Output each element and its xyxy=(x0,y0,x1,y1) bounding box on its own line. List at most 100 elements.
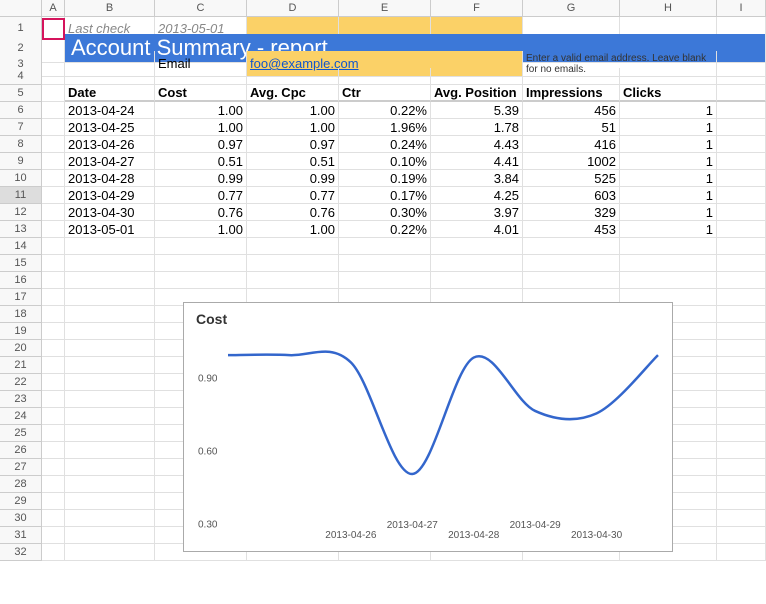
cell-empty[interactable] xyxy=(65,374,155,391)
cell-empty[interactable] xyxy=(339,68,431,85)
cell-A9[interactable] xyxy=(42,153,65,170)
row-header-19[interactable]: 19 xyxy=(0,323,42,340)
data-date[interactable]: 2013-04-24 xyxy=(65,102,155,119)
row-header-32[interactable]: 32 xyxy=(0,544,42,561)
row-header-26[interactable]: 26 xyxy=(0,442,42,459)
cell-A5[interactable] xyxy=(42,85,65,102)
cell-empty[interactable] xyxy=(65,68,155,85)
cell-empty[interactable] xyxy=(717,272,766,289)
cell-empty[interactable] xyxy=(523,238,620,255)
cell-empty[interactable] xyxy=(717,340,766,357)
data-date[interactable]: 2013-04-26 xyxy=(65,136,155,153)
col-header-I[interactable]: I xyxy=(717,0,766,17)
cell-empty[interactable] xyxy=(42,238,65,255)
data-pos[interactable]: 4.41 xyxy=(431,153,523,170)
data-impr[interactable]: 1002 xyxy=(523,153,620,170)
data-date[interactable]: 2013-04-28 xyxy=(65,170,155,187)
cell-empty[interactable] xyxy=(65,289,155,306)
row-header-30[interactable]: 30 xyxy=(0,510,42,527)
cell-I5[interactable] xyxy=(717,85,766,102)
cell-I7[interactable] xyxy=(717,119,766,136)
cell-empty[interactable] xyxy=(620,68,717,85)
table-header-date[interactable]: Date xyxy=(65,85,155,102)
data-clicks[interactable]: 1 xyxy=(620,153,717,170)
row-header-22[interactable]: 22 xyxy=(0,374,42,391)
cell-empty[interactable] xyxy=(42,323,65,340)
cell-empty[interactable] xyxy=(65,510,155,527)
cell-empty[interactable] xyxy=(42,527,65,544)
data-cost[interactable]: 0.99 xyxy=(155,170,247,187)
row-header-13[interactable]: 13 xyxy=(0,221,42,238)
data-cost[interactable]: 0.97 xyxy=(155,136,247,153)
data-clicks[interactable]: 1 xyxy=(620,136,717,153)
cell-empty[interactable] xyxy=(620,238,717,255)
row-header-28[interactable]: 28 xyxy=(0,476,42,493)
row-header-6[interactable]: 6 xyxy=(0,102,42,119)
cell-empty[interactable] xyxy=(717,425,766,442)
table-header-cost[interactable]: Cost xyxy=(155,85,247,102)
cell-empty[interactable] xyxy=(717,544,766,561)
data-cost[interactable]: 1.00 xyxy=(155,221,247,238)
cell-empty[interactable] xyxy=(65,357,155,374)
data-cost[interactable]: 1.00 xyxy=(155,102,247,119)
cell-empty[interactable] xyxy=(42,544,65,561)
col-header-F[interactable]: F xyxy=(431,0,523,17)
data-date[interactable]: 2013-04-27 xyxy=(65,153,155,170)
cell-empty[interactable] xyxy=(523,272,620,289)
cell-A10[interactable] xyxy=(42,170,65,187)
cell-empty[interactable] xyxy=(247,272,339,289)
cell-empty[interactable] xyxy=(65,459,155,476)
cell-empty[interactable] xyxy=(155,255,247,272)
cell-empty[interactable] xyxy=(717,357,766,374)
cell-I6[interactable] xyxy=(717,102,766,119)
data-clicks[interactable]: 1 xyxy=(620,187,717,204)
col-header-H[interactable]: H xyxy=(620,0,717,17)
data-ctr[interactable]: 0.10% xyxy=(339,153,431,170)
data-impr[interactable]: 525 xyxy=(523,170,620,187)
data-pos[interactable]: 5.39 xyxy=(431,102,523,119)
corner-select-all[interactable] xyxy=(0,0,42,17)
cell-empty[interactable] xyxy=(247,238,339,255)
cell-empty[interactable] xyxy=(65,323,155,340)
cell-empty[interactable] xyxy=(717,238,766,255)
cell-empty[interactable] xyxy=(65,391,155,408)
cell-empty[interactable] xyxy=(717,289,766,306)
data-impr[interactable]: 416 xyxy=(523,136,620,153)
data-cpc[interactable]: 0.97 xyxy=(247,136,339,153)
table-header-ctr[interactable]: Ctr xyxy=(339,85,431,102)
row-header-24[interactable]: 24 xyxy=(0,408,42,425)
cell-empty[interactable] xyxy=(431,272,523,289)
cell-empty[interactable] xyxy=(42,493,65,510)
cell-empty[interactable] xyxy=(247,255,339,272)
cell-empty[interactable] xyxy=(155,238,247,255)
cell-empty[interactable] xyxy=(65,425,155,442)
cell-empty[interactable] xyxy=(42,510,65,527)
col-header-D[interactable]: D xyxy=(247,0,339,17)
data-impr[interactable]: 329 xyxy=(523,204,620,221)
data-cpc[interactable]: 1.00 xyxy=(247,221,339,238)
cell-empty[interactable] xyxy=(717,459,766,476)
data-pos[interactable]: 4.43 xyxy=(431,136,523,153)
cell-I12[interactable] xyxy=(717,204,766,221)
data-ctr[interactable]: 0.30% xyxy=(339,204,431,221)
row-header-27[interactable]: 27 xyxy=(0,459,42,476)
row-header-29[interactable]: 29 xyxy=(0,493,42,510)
data-impr[interactable]: 456 xyxy=(523,102,620,119)
cell-empty[interactable] xyxy=(65,340,155,357)
row-header-17[interactable]: 17 xyxy=(0,289,42,306)
data-cpc[interactable]: 0.99 xyxy=(247,170,339,187)
data-cpc[interactable]: 0.77 xyxy=(247,187,339,204)
row-header-23[interactable]: 23 xyxy=(0,391,42,408)
table-header-clicks[interactable]: Clicks xyxy=(620,85,717,102)
cell-empty[interactable] xyxy=(65,544,155,561)
cell-empty[interactable] xyxy=(339,238,431,255)
data-cost[interactable]: 0.51 xyxy=(155,153,247,170)
row-header-16[interactable]: 16 xyxy=(0,272,42,289)
row-header-5[interactable]: 5 xyxy=(0,85,42,102)
cell-empty[interactable] xyxy=(155,272,247,289)
cell-empty[interactable] xyxy=(42,255,65,272)
cell-empty[interactable] xyxy=(717,391,766,408)
data-clicks[interactable]: 1 xyxy=(620,102,717,119)
data-cpc[interactable]: 1.00 xyxy=(247,102,339,119)
table-header-impr[interactable]: Impressions xyxy=(523,85,620,102)
